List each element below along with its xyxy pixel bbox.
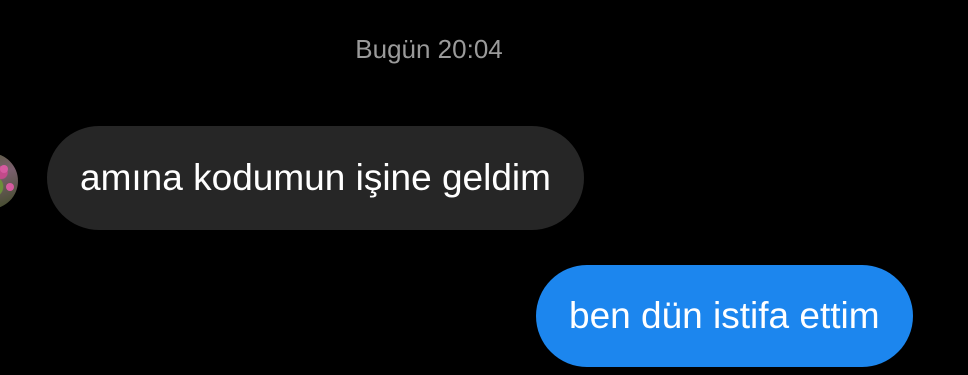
message-timestamp: Bugün 20:04 (355, 34, 503, 64)
incoming-message-bubble[interactable]: amına kodumun işine geldim (47, 126, 584, 230)
outgoing-message-bubble[interactable]: ben dün istifa ettim (536, 265, 913, 367)
contact-avatar[interactable] (0, 153, 18, 209)
